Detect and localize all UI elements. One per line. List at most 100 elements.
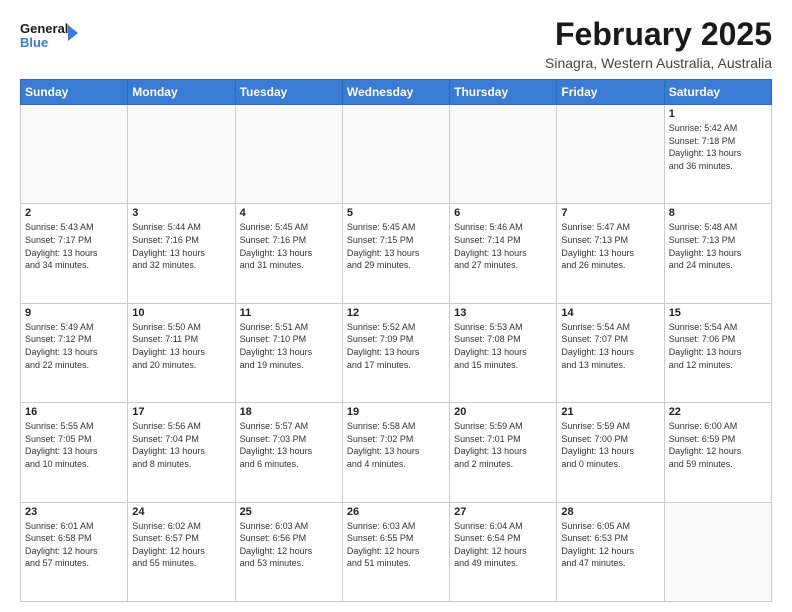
calendar-cell <box>664 502 771 601</box>
calendar-cell <box>557 105 664 204</box>
calendar-cell: 1 Sunrise: 5:42 AM Sunset: 7:18 PM Daylig… <box>664 105 771 204</box>
day-info: Sunrise: 5:52 AM Sunset: 7:09 PM Dayligh… <box>347 321 445 371</box>
calendar-cell: 28 Sunrise: 6:05 AM Sunset: 6:53 PM Dayli… <box>557 502 664 601</box>
day-info: Sunrise: 5:46 AM Sunset: 7:14 PM Dayligh… <box>454 221 552 271</box>
calendar-cell: 4 Sunrise: 5:45 AM Sunset: 7:16 PM Daylig… <box>235 204 342 303</box>
svg-text:General: General <box>20 21 68 36</box>
calendar-cell: 3Sunrise: 5:44 AM Sunset: 7:16 PM Daylig… <box>128 204 235 303</box>
title-block: February 2025 Sinagra, Western Australia… <box>545 16 772 71</box>
day-info: Sunrise: 5:49 AM Sunset: 7:12 PM Dayligh… <box>25 321 123 371</box>
day-info: Sunrise: 5:57 AM Sunset: 7:03 PM Dayligh… <box>240 420 338 470</box>
weekday-header-wednesday: Wednesday <box>342 80 449 105</box>
day-number: 25 <box>240 506 338 518</box>
calendar-cell <box>235 105 342 204</box>
calendar-cell: 7 Sunrise: 5:47 AM Sunset: 7:13 PM Daylig… <box>557 204 664 303</box>
day-number: 5 <box>347 207 445 219</box>
weekday-header-saturday: Saturday <box>664 80 771 105</box>
day-info: Sunrise: 5:43 AM Sunset: 7:17 PM Dayligh… <box>25 221 123 271</box>
day-number: 28 <box>561 506 659 518</box>
calendar-cell: 2 Sunrise: 5:43 AM Sunset: 7:17 PM Daylig… <box>21 204 128 303</box>
calendar-cell: 9 Sunrise: 5:49 AM Sunset: 7:12 PM Daylig… <box>21 303 128 402</box>
day-number: 3 <box>132 207 230 219</box>
logo: GeneralBlue <box>20 20 80 50</box>
day-info: Sunrise: 5:47 AM Sunset: 7:13 PM Dayligh… <box>561 221 659 271</box>
day-number: 2 <box>25 207 123 219</box>
day-info: Sunrise: 6:05 AM Sunset: 6:53 PM Dayligh… <box>561 520 659 570</box>
day-number: 13 <box>454 307 552 319</box>
calendar-cell <box>450 105 557 204</box>
day-info: Sunrise: 5:42 AM Sunset: 7:18 PM Dayligh… <box>669 122 767 172</box>
day-number: 7 <box>561 207 659 219</box>
calendar-cell: 19 Sunrise: 5:58 AM Sunset: 7:02 PM Dayli… <box>342 403 449 502</box>
calendar-cell: 10 Sunrise: 5:50 AM Sunset: 7:11 PM Dayli… <box>128 303 235 402</box>
day-info: Sunrise: 5:54 AM Sunset: 7:07 PM Dayligh… <box>561 321 659 371</box>
calendar-cell: 17 Sunrise: 5:56 AM Sunset: 7:04 PM Dayli… <box>128 403 235 502</box>
calendar-table: SundayMondayTuesdayWednesdayThursdayFrid… <box>20 79 772 602</box>
calendar-cell: 6 Sunrise: 5:46 AM Sunset: 7:14 PM Daylig… <box>450 204 557 303</box>
calendar-cell <box>21 105 128 204</box>
day-number: 14 <box>561 307 659 319</box>
day-info: Sunrise: 6:01 AM Sunset: 6:58 PM Dayligh… <box>25 520 123 570</box>
calendar-cell: 14 Sunrise: 5:54 AM Sunset: 7:07 PM Dayli… <box>557 303 664 402</box>
day-number: 15 <box>669 307 767 319</box>
day-info: Sunrise: 5:58 AM Sunset: 7:02 PM Dayligh… <box>347 420 445 470</box>
calendar-cell: 5 Sunrise: 5:45 AM Sunset: 7:15 PM Daylig… <box>342 204 449 303</box>
day-number: 19 <box>347 406 445 418</box>
weekday-header-friday: Friday <box>557 80 664 105</box>
day-number: 26 <box>347 506 445 518</box>
calendar-cell: 13 Sunrise: 5:53 AM Sunset: 7:08 PM Dayli… <box>450 303 557 402</box>
day-number: 16 <box>25 406 123 418</box>
weekday-header-thursday: Thursday <box>450 80 557 105</box>
calendar-cell: 16 Sunrise: 5:55 AM Sunset: 7:05 PM Dayli… <box>21 403 128 502</box>
day-number: 20 <box>454 406 552 418</box>
calendar-cell: 20 Sunrise: 5:59 AM Sunset: 7:01 PM Dayli… <box>450 403 557 502</box>
day-number: 18 <box>240 406 338 418</box>
day-number: 27 <box>454 506 552 518</box>
weekday-header-monday: Monday <box>128 80 235 105</box>
day-number: 11 <box>240 307 338 319</box>
day-number: 22 <box>669 406 767 418</box>
page-header: GeneralBlue February 2025 Sinagra, Weste… <box>20 16 772 71</box>
day-info: Sunrise: 5:55 AM Sunset: 7:05 PM Dayligh… <box>25 420 123 470</box>
day-info: Sunrise: 6:00 AM Sunset: 6:59 PM Dayligh… <box>669 420 767 470</box>
weekday-header-sunday: Sunday <box>21 80 128 105</box>
day-number: 4 <box>240 207 338 219</box>
day-info: Sunrise: 5:53 AM Sunset: 7:08 PM Dayligh… <box>454 321 552 371</box>
calendar-cell: 18 Sunrise: 5:57 AM Sunset: 7:03 PM Dayli… <box>235 403 342 502</box>
day-number: 8 <box>669 207 767 219</box>
calendar-cell: 12Sunrise: 5:52 AM Sunset: 7:09 PM Dayli… <box>342 303 449 402</box>
calendar-cell: 11Sunrise: 5:51 AM Sunset: 7:10 PM Dayli… <box>235 303 342 402</box>
day-number: 9 <box>25 307 123 319</box>
day-number: 17 <box>132 406 230 418</box>
day-number: 10 <box>132 307 230 319</box>
calendar-cell <box>342 105 449 204</box>
calendar-cell: 15 Sunrise: 5:54 AM Sunset: 7:06 PM Dayli… <box>664 303 771 402</box>
calendar-cell: 8 Sunrise: 5:48 AM Sunset: 7:13 PM Daylig… <box>664 204 771 303</box>
calendar-cell <box>128 105 235 204</box>
day-info: Sunrise: 5:59 AM Sunset: 7:01 PM Dayligh… <box>454 420 552 470</box>
day-info: Sunrise: 5:50 AM Sunset: 7:11 PM Dayligh… <box>132 321 230 371</box>
day-info: Sunrise: 5:54 AM Sunset: 7:06 PM Dayligh… <box>669 321 767 371</box>
day-number: 1 <box>669 108 767 120</box>
day-info: Sunrise: 5:48 AM Sunset: 7:13 PM Dayligh… <box>669 221 767 271</box>
day-info: Sunrise: 6:04 AM Sunset: 6:54 PM Dayligh… <box>454 520 552 570</box>
calendar-cell: 27 Sunrise: 6:04 AM Sunset: 6:54 PM Dayli… <box>450 502 557 601</box>
svg-text:Blue: Blue <box>20 35 48 50</box>
calendar-cell: 26 Sunrise: 6:03 AM Sunset: 6:55 PM Dayli… <box>342 502 449 601</box>
calendar-subtitle: Sinagra, Western Australia, Australia <box>545 55 772 71</box>
day-number: 21 <box>561 406 659 418</box>
weekday-header-tuesday: Tuesday <box>235 80 342 105</box>
calendar-cell: 23 Sunrise: 6:01 AM Sunset: 6:58 PM Dayli… <box>21 502 128 601</box>
day-info: Sunrise: 6:03 AM Sunset: 6:55 PM Dayligh… <box>347 520 445 570</box>
calendar-title: February 2025 <box>545 16 772 53</box>
day-info: Sunrise: 6:02 AM Sunset: 6:57 PM Dayligh… <box>132 520 230 570</box>
day-number: 24 <box>132 506 230 518</box>
day-info: Sunrise: 5:45 AM Sunset: 7:16 PM Dayligh… <box>240 221 338 271</box>
day-info: Sunrise: 6:03 AM Sunset: 6:56 PM Dayligh… <box>240 520 338 570</box>
calendar-cell: 21Sunrise: 5:59 AM Sunset: 7:00 PM Dayli… <box>557 403 664 502</box>
day-number: 6 <box>454 207 552 219</box>
day-number: 23 <box>25 506 123 518</box>
day-info: Sunrise: 5:45 AM Sunset: 7:15 PM Dayligh… <box>347 221 445 271</box>
day-info: Sunrise: 5:56 AM Sunset: 7:04 PM Dayligh… <box>132 420 230 470</box>
calendar-cell: 22 Sunrise: 6:00 AM Sunset: 6:59 PM Dayli… <box>664 403 771 502</box>
